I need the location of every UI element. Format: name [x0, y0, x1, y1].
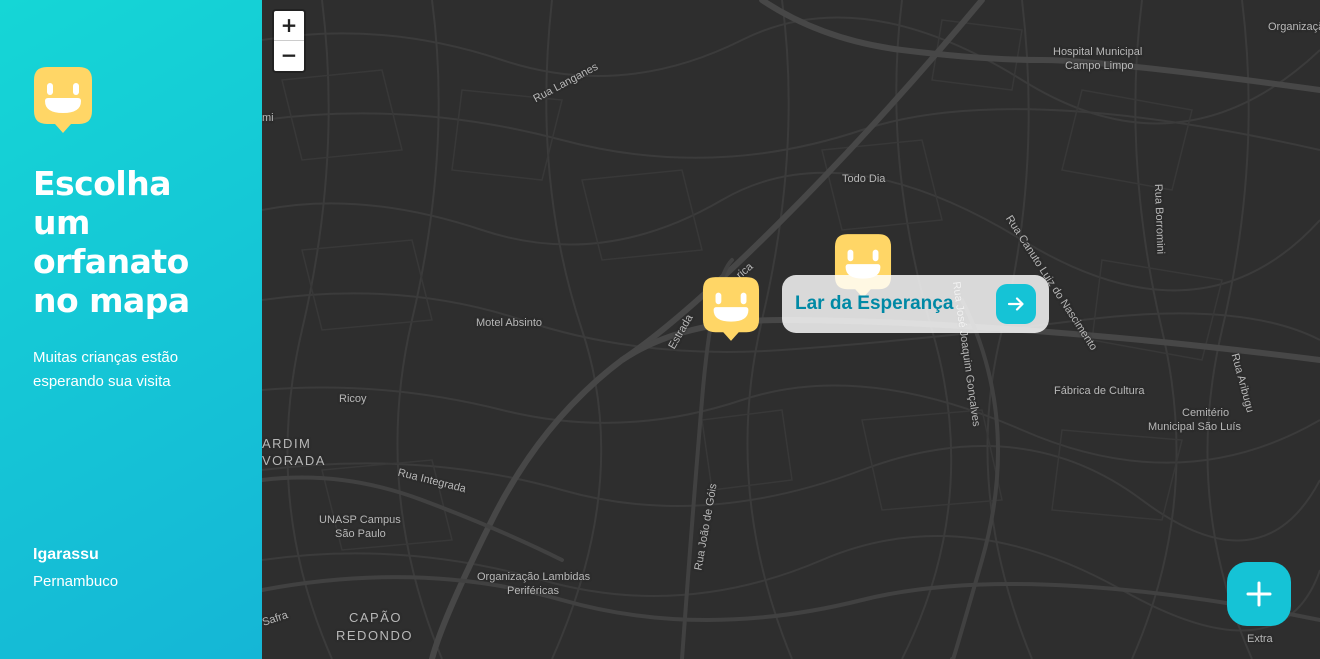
- arrow-right-icon: [1007, 297, 1024, 311]
- create-orphanage-button[interactable]: [1227, 562, 1291, 626]
- map-label: Fábrica de Cultura: [1054, 385, 1145, 397]
- page-title: Escolha um orfanato no mapa: [33, 164, 190, 320]
- zoom-control: + −: [274, 11, 304, 71]
- sidebar: Escolha um orfanato no mapa Muitas crian…: [0, 0, 262, 659]
- orphanage-marker[interactable]: [702, 276, 760, 344]
- map-label: VORADA: [262, 453, 326, 468]
- map-label: Hospital Municipal: [1053, 46, 1143, 58]
- map-label: Todo Dia: [842, 173, 886, 185]
- map-label: Organização: [1268, 21, 1320, 33]
- map-label: CAPÃO: [349, 610, 403, 625]
- map-label: Cemitério: [1182, 407, 1230, 419]
- orphanage-name: Lar da Esperança: [795, 293, 954, 314]
- page-subtitle: Muitas crianças estão esperando sua visi…: [33, 349, 179, 390]
- map-label: REDONDO: [336, 628, 413, 643]
- map-label: São Paulo: [335, 528, 386, 540]
- happy-marker-icon: [702, 277, 760, 341]
- zoom-in-button[interactable]: +: [274, 11, 304, 41]
- map-label: Periféricas: [507, 585, 559, 597]
- plus-icon: [1246, 581, 1272, 607]
- map-label: mi: [262, 112, 274, 124]
- map-label: Municipal São Luís: [1148, 421, 1241, 433]
- map-label: Campo Limpo: [1065, 60, 1134, 72]
- map-label: Motel Absinto: [476, 317, 543, 329]
- map-label: Rua Borromini: [1151, 183, 1167, 255]
- zoom-out-button[interactable]: −: [274, 41, 304, 71]
- map-label: ARDIM: [262, 436, 312, 451]
- location-city: Igarassu: [33, 546, 99, 563]
- location: Igarassu Pernambuco: [33, 546, 118, 590]
- view-orphanage-button[interactable]: [996, 284, 1036, 324]
- map-label: Ricoy: [339, 393, 367, 405]
- map[interactable]: Organização Hospital Municipal Campo Lim…: [262, 0, 1320, 659]
- map-label: UNASP Campus: [319, 514, 401, 526]
- map-label: Extra: [1247, 633, 1273, 645]
- map-label: Organização Lambidas: [477, 571, 591, 583]
- happy-logo-icon: [33, 66, 93, 136]
- orphanage-popup: Lar da Esperança: [782, 275, 1049, 333]
- location-state: Pernambuco: [33, 573, 119, 590]
